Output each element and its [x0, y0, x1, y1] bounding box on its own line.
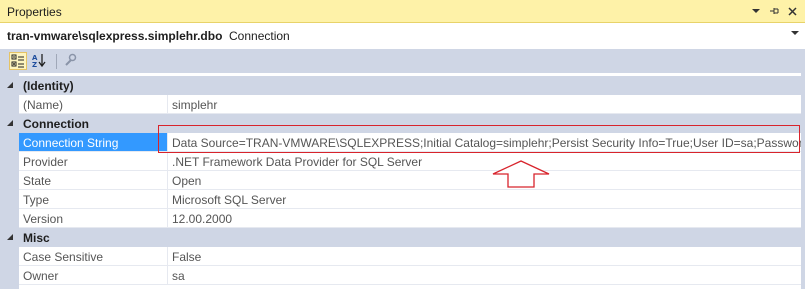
property-name: Case Sensitive [19, 247, 168, 266]
collapse-icon[interactable] [6, 233, 14, 241]
property-grid: (Identity) (Name) simplehr Connection Co… [0, 73, 801, 289]
category-identity[interactable]: (Identity) [0, 76, 801, 95]
property-row[interactable]: Type Microsoft SQL Server [0, 190, 801, 209]
window-title: Properties [7, 5, 62, 19]
wrench-icon [65, 53, 77, 66]
property-row[interactable]: (Name) simplehr [0, 95, 801, 114]
toolbar-separator [56, 54, 57, 69]
property-row[interactable]: Owner sa [0, 266, 801, 285]
property-name: Provider [19, 152, 168, 171]
property-row[interactable]: Case Sensitive False [0, 247, 801, 266]
property-name: (Name) [19, 95, 168, 114]
object-name: tran-vmware\sqlexpress.simplehr.dbo [7, 29, 223, 43]
object-type: Connection [229, 29, 290, 43]
collapse-icon[interactable] [6, 81, 14, 89]
svg-text:Z: Z [32, 61, 37, 68]
category-label: Misc [23, 231, 50, 245]
property-name: State [19, 171, 168, 190]
properties-titlebar: Properties [0, 0, 805, 23]
category-misc[interactable]: Misc [0, 228, 801, 247]
chevron-down-icon[interactable] [791, 31, 799, 35]
dropdown-arrow-icon[interactable] [749, 3, 763, 19]
up-arrow-icon [492, 160, 550, 188]
property-value[interactable]: Microsoft SQL Server [168, 190, 801, 209]
property-value[interactable]: .NET Framework Data Provider for SQL Ser… [168, 152, 801, 171]
property-name: Version [19, 209, 168, 228]
property-value[interactable]: Open [168, 171, 801, 190]
grid-right-border [801, 73, 805, 289]
category-label: Connection [23, 117, 89, 131]
annotation-highlight-box [158, 125, 800, 153]
property-row[interactable]: Provider .NET Framework Data Provider fo… [0, 152, 801, 171]
category-label: (Identity) [23, 79, 74, 93]
object-selector[interactable]: tran-vmware\sqlexpress.simplehr.dbo Conn… [0, 23, 805, 50]
property-value[interactable]: 12.00.2000 [168, 209, 801, 228]
property-name: Type [19, 190, 168, 209]
property-row[interactable]: State Open [0, 171, 801, 190]
categorized-icon [11, 54, 24, 68]
alphabetical-button[interactable]: A Z [31, 52, 49, 70]
property-value[interactable]: simplehr [168, 95, 801, 114]
property-row[interactable]: Version 12.00.2000 [0, 209, 801, 228]
alphabetical-icon: A Z [32, 54, 46, 69]
property-value[interactable]: False [168, 247, 801, 266]
property-name: Connection String [19, 133, 168, 152]
categorized-button[interactable] [9, 52, 27, 70]
close-icon[interactable] [785, 3, 799, 19]
pin-icon[interactable] [767, 3, 781, 19]
title-buttons [749, 3, 799, 19]
property-pages-button[interactable] [62, 52, 80, 70]
property-name: Owner [19, 266, 168, 285]
properties-toolbar: A Z [0, 50, 805, 73]
collapse-icon[interactable] [6, 119, 14, 127]
property-value[interactable]: sa [168, 266, 801, 285]
